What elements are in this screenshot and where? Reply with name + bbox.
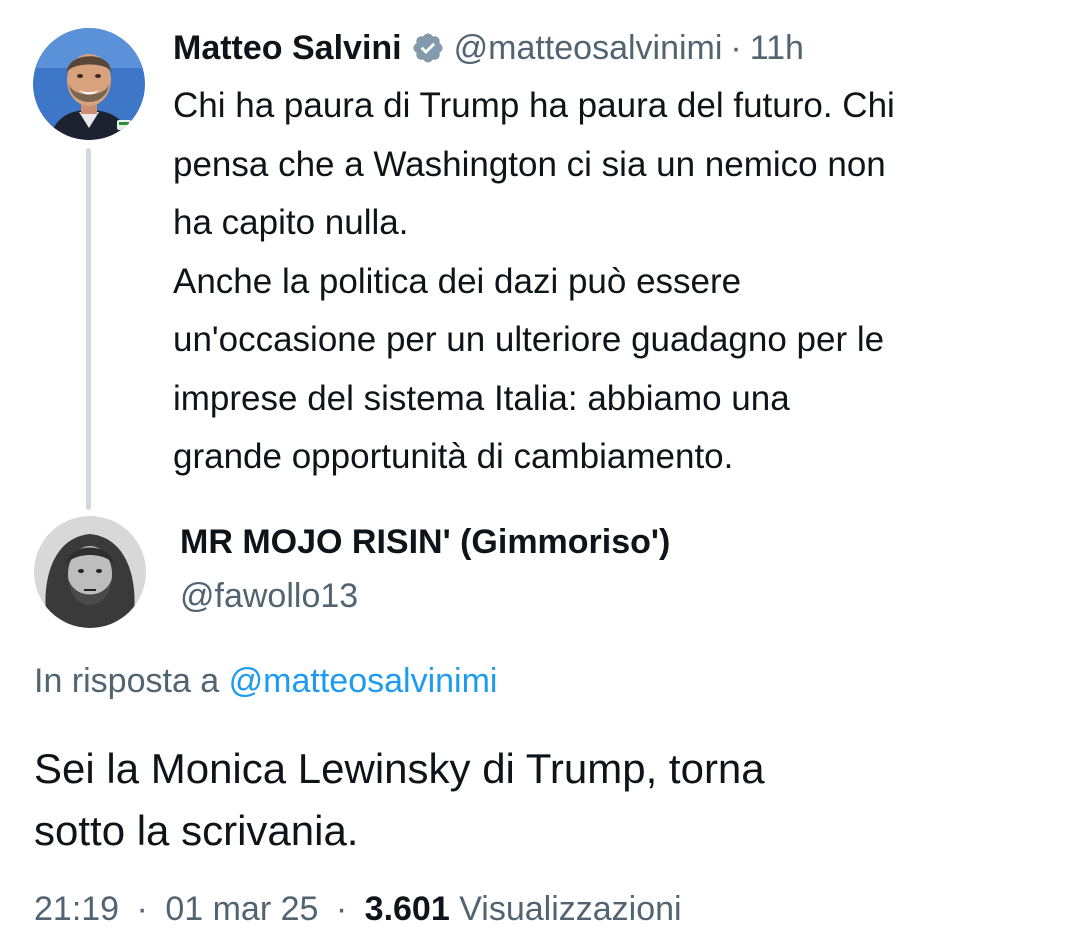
- tweet-date[interactable]: 01 mar 25: [165, 890, 318, 928]
- views-label: Visualizzazioni: [459, 890, 682, 928]
- meta-separator: ·: [335, 890, 348, 928]
- parent-author-handle[interactable]: @matteosalvinimi: [454, 29, 723, 68]
- parent-tweet-paragraph-1: Chi ha paura di Trump ha paura del futur…: [173, 86, 895, 242]
- verified-badge-icon[interactable]: [411, 31, 445, 65]
- header-separator: ·: [730, 28, 742, 67]
- reply-author-name[interactable]: MR MOJO RISIN' (Gimmoriso'): [180, 523, 670, 562]
- reply-context-prefix: In risposta a: [34, 662, 220, 700]
- parent-author-name[interactable]: Matteo Salvini: [173, 29, 402, 68]
- reply-context: In risposta a @matteosalvinimi: [34, 662, 497, 701]
- tweet-metadata: 21:19 · 01 mar 25 · 3.601 Visualizzazion…: [34, 890, 682, 929]
- views-count: 3.601: [364, 890, 450, 928]
- parent-timestamp[interactable]: 11h: [750, 29, 804, 68]
- thread-connector-line: [86, 148, 91, 510]
- reply-context-mention-link[interactable]: @matteosalvinimi: [229, 662, 498, 700]
- parent-tweet-paragraph-2: Anche la politica dei dazi può essere un…: [173, 261, 885, 477]
- reply-author-avatar[interactable]: [34, 516, 146, 628]
- parent-author-avatar[interactable]: [33, 28, 145, 140]
- meta-separator: ·: [136, 890, 148, 928]
- parent-tweet-header: Matteo Salvini @matteosalvinimi · 11h: [173, 26, 804, 70]
- reply-tweet-text: Sei la Monica Lewinsky di Trump, torna s…: [34, 745, 765, 854]
- parent-tweet-text: Chi ha paura di Trump ha paura del futur…: [173, 77, 1063, 487]
- reply-author-handle[interactable]: @fawollo13: [180, 577, 358, 616]
- tweet-time[interactable]: 21:19: [34, 890, 119, 928]
